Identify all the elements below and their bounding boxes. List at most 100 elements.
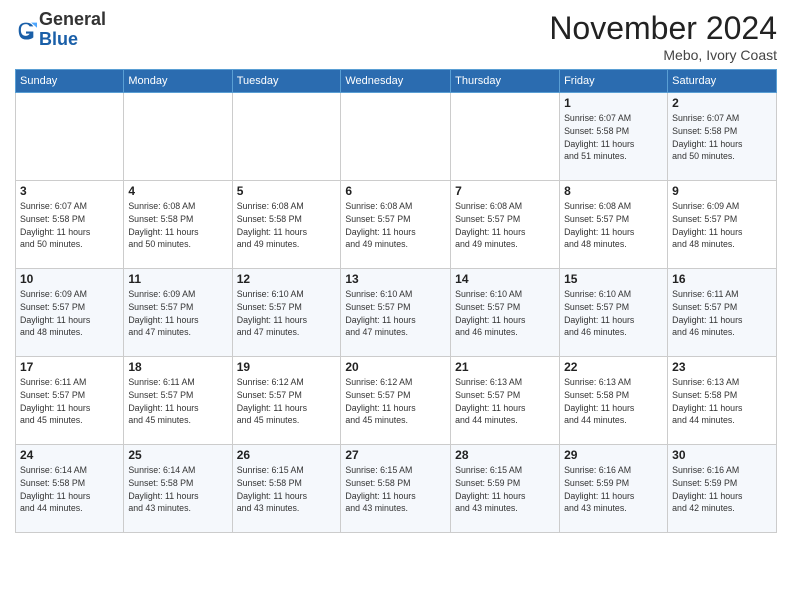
day-info: Sunrise: 6:12 AM Sunset: 5:57 PM Dayligh…	[237, 376, 337, 427]
day-info: Sunrise: 6:07 AM Sunset: 5:58 PM Dayligh…	[20, 200, 119, 251]
day-number: 1	[564, 96, 663, 110]
day-number: 25	[128, 448, 227, 462]
day-info: Sunrise: 6:12 AM Sunset: 5:57 PM Dayligh…	[345, 376, 446, 427]
calendar-cell	[232, 93, 341, 181]
calendar-cell: 5 Sunrise: 6:08 AM Sunset: 5:58 PM Daylig…	[232, 181, 341, 269]
calendar-cell: 30Sunrise: 6:16 AM Sunset: 5:59 PM Dayli…	[668, 445, 777, 533]
day-info: Sunrise: 6:07 AM Sunset: 5:58 PM Dayligh…	[672, 112, 772, 163]
day-info: Sunrise: 6:14 AM Sunset: 5:58 PM Dayligh…	[20, 464, 119, 515]
day-number: 20	[345, 360, 446, 374]
location: Mebo, Ivory Coast	[549, 47, 777, 63]
logo-blue-text: Blue	[39, 29, 78, 49]
calendar-cell: 16 Sunrise: 6:11 AM Sunset: 5:57 PM Dayli…	[668, 269, 777, 357]
week-row-4: 17Sunrise: 6:11 AM Sunset: 5:57 PM Dayli…	[16, 357, 777, 445]
calendar-cell: 15 Sunrise: 6:10 AM Sunset: 5:57 PM Dayli…	[560, 269, 668, 357]
day-number: 10	[20, 272, 119, 286]
day-header-monday: Monday	[124, 70, 232, 93]
day-number: 28	[455, 448, 555, 462]
calendar-table: SundayMondayTuesdayWednesdayThursdayFrid…	[15, 69, 777, 533]
day-number: 16	[672, 272, 772, 286]
calendar-cell: 26 Sunrise: 6:15 AM Sunset: 5:58 PM Dayli…	[232, 445, 341, 533]
day-number: 29	[564, 448, 663, 462]
day-number: 22	[564, 360, 663, 374]
calendar-cell: 11Sunrise: 6:09 AM Sunset: 5:57 PM Dayli…	[124, 269, 232, 357]
day-header-sunday: Sunday	[16, 70, 124, 93]
day-info: Sunrise: 6:10 AM Sunset: 5:57 PM Dayligh…	[455, 288, 555, 339]
calendar-cell: 14 Sunrise: 6:10 AM Sunset: 5:57 PM Dayli…	[451, 269, 560, 357]
calendar-cell: 13 Sunrise: 6:10 AM Sunset: 5:57 PM Dayli…	[341, 269, 451, 357]
calendar-cell	[451, 93, 560, 181]
day-number: 5	[237, 184, 337, 198]
calendar-cell: 7 Sunrise: 6:08 AM Sunset: 5:57 PM Daylig…	[451, 181, 560, 269]
day-number: 26	[237, 448, 337, 462]
day-number: 2	[672, 96, 772, 110]
day-number: 3	[20, 184, 119, 198]
calendar-cell: 23 Sunrise: 6:13 AM Sunset: 5:58 PM Dayli…	[668, 357, 777, 445]
day-number: 15	[564, 272, 663, 286]
day-number: 18	[128, 360, 227, 374]
week-row-3: 10 Sunrise: 6:09 AM Sunset: 5:57 PM Dayli…	[16, 269, 777, 357]
calendar-cell: 9Sunrise: 6:09 AM Sunset: 5:57 PM Daylig…	[668, 181, 777, 269]
calendar-cell: 24 Sunrise: 6:14 AM Sunset: 5:58 PM Dayli…	[16, 445, 124, 533]
day-info: Sunrise: 6:13 AM Sunset: 5:58 PM Dayligh…	[672, 376, 772, 427]
calendar-cell: 20 Sunrise: 6:12 AM Sunset: 5:57 PM Dayli…	[341, 357, 451, 445]
calendar-cell: 12 Sunrise: 6:10 AM Sunset: 5:57 PM Dayli…	[232, 269, 341, 357]
day-info: Sunrise: 6:11 AM Sunset: 5:57 PM Dayligh…	[128, 376, 227, 427]
calendar-cell: 1 Sunrise: 6:07 AM Sunset: 5:58 PM Daylig…	[560, 93, 668, 181]
day-info: Sunrise: 6:10 AM Sunset: 5:57 PM Dayligh…	[564, 288, 663, 339]
calendar-cell	[341, 93, 451, 181]
day-header-saturday: Saturday	[668, 70, 777, 93]
calendar-page: General Blue November 2024 Mebo, Ivory C…	[0, 0, 792, 612]
day-number: 27	[345, 448, 446, 462]
day-info: Sunrise: 6:08 AM Sunset: 5:57 PM Dayligh…	[345, 200, 446, 251]
day-info: Sunrise: 6:08 AM Sunset: 5:58 PM Dayligh…	[237, 200, 337, 251]
calendar-cell: 21 Sunrise: 6:13 AM Sunset: 5:57 PM Dayli…	[451, 357, 560, 445]
day-info: Sunrise: 6:08 AM Sunset: 5:57 PM Dayligh…	[455, 200, 555, 251]
day-header-tuesday: Tuesday	[232, 70, 341, 93]
day-info: Sunrise: 6:13 AM Sunset: 5:58 PM Dayligh…	[564, 376, 663, 427]
week-row-2: 3 Sunrise: 6:07 AM Sunset: 5:58 PM Daylig…	[16, 181, 777, 269]
calendar-cell: 22 Sunrise: 6:13 AM Sunset: 5:58 PM Dayli…	[560, 357, 668, 445]
day-info: Sunrise: 6:11 AM Sunset: 5:57 PM Dayligh…	[20, 376, 119, 427]
day-info: Sunrise: 6:13 AM Sunset: 5:57 PM Dayligh…	[455, 376, 555, 427]
day-number: 14	[455, 272, 555, 286]
day-info: Sunrise: 6:15 AM Sunset: 5:58 PM Dayligh…	[345, 464, 446, 515]
day-header-friday: Friday	[560, 70, 668, 93]
calendar-cell: 2 Sunrise: 6:07 AM Sunset: 5:58 PM Daylig…	[668, 93, 777, 181]
calendar-cell: 8 Sunrise: 6:08 AM Sunset: 5:57 PM Daylig…	[560, 181, 668, 269]
calendar-cell: 25 Sunrise: 6:14 AM Sunset: 5:58 PM Dayli…	[124, 445, 232, 533]
day-info: Sunrise: 6:07 AM Sunset: 5:58 PM Dayligh…	[564, 112, 663, 163]
day-info: Sunrise: 6:09 AM Sunset: 5:57 PM Dayligh…	[20, 288, 119, 339]
day-number: 13	[345, 272, 446, 286]
calendar-header-row: SundayMondayTuesdayWednesdayThursdayFrid…	[16, 70, 777, 93]
day-number: 21	[455, 360, 555, 374]
calendar-cell	[124, 93, 232, 181]
day-info: Sunrise: 6:16 AM Sunset: 5:59 PM Dayligh…	[564, 464, 663, 515]
calendar-cell: 4Sunrise: 6:08 AM Sunset: 5:58 PM Daylig…	[124, 181, 232, 269]
logo: General Blue	[15, 10, 106, 50]
calendar-cell: 19 Sunrise: 6:12 AM Sunset: 5:57 PM Dayli…	[232, 357, 341, 445]
day-number: 6	[345, 184, 446, 198]
calendar-cell: 28Sunrise: 6:15 AM Sunset: 5:59 PM Dayli…	[451, 445, 560, 533]
calendar-cell: 27 Sunrise: 6:15 AM Sunset: 5:58 PM Dayli…	[341, 445, 451, 533]
month-title: November 2024	[549, 10, 777, 47]
week-row-1: 1 Sunrise: 6:07 AM Sunset: 5:58 PM Daylig…	[16, 93, 777, 181]
day-number: 7	[455, 184, 555, 198]
day-number: 12	[237, 272, 337, 286]
day-number: 8	[564, 184, 663, 198]
day-number: 24	[20, 448, 119, 462]
day-info: Sunrise: 6:10 AM Sunset: 5:57 PM Dayligh…	[345, 288, 446, 339]
day-info: Sunrise: 6:14 AM Sunset: 5:58 PM Dayligh…	[128, 464, 227, 515]
day-info: Sunrise: 6:15 AM Sunset: 5:58 PM Dayligh…	[237, 464, 337, 515]
day-info: Sunrise: 6:08 AM Sunset: 5:57 PM Dayligh…	[564, 200, 663, 251]
day-number: 23	[672, 360, 772, 374]
day-number: 19	[237, 360, 337, 374]
day-number: 9	[672, 184, 772, 198]
day-info: Sunrise: 6:10 AM Sunset: 5:57 PM Dayligh…	[237, 288, 337, 339]
day-info: Sunrise: 6:11 AM Sunset: 5:57 PM Dayligh…	[672, 288, 772, 339]
day-info: Sunrise: 6:09 AM Sunset: 5:57 PM Dayligh…	[128, 288, 227, 339]
calendar-cell: 18 Sunrise: 6:11 AM Sunset: 5:57 PM Dayli…	[124, 357, 232, 445]
calendar-cell	[16, 93, 124, 181]
day-header-wednesday: Wednesday	[341, 70, 451, 93]
calendar-cell: 3 Sunrise: 6:07 AM Sunset: 5:58 PM Daylig…	[16, 181, 124, 269]
